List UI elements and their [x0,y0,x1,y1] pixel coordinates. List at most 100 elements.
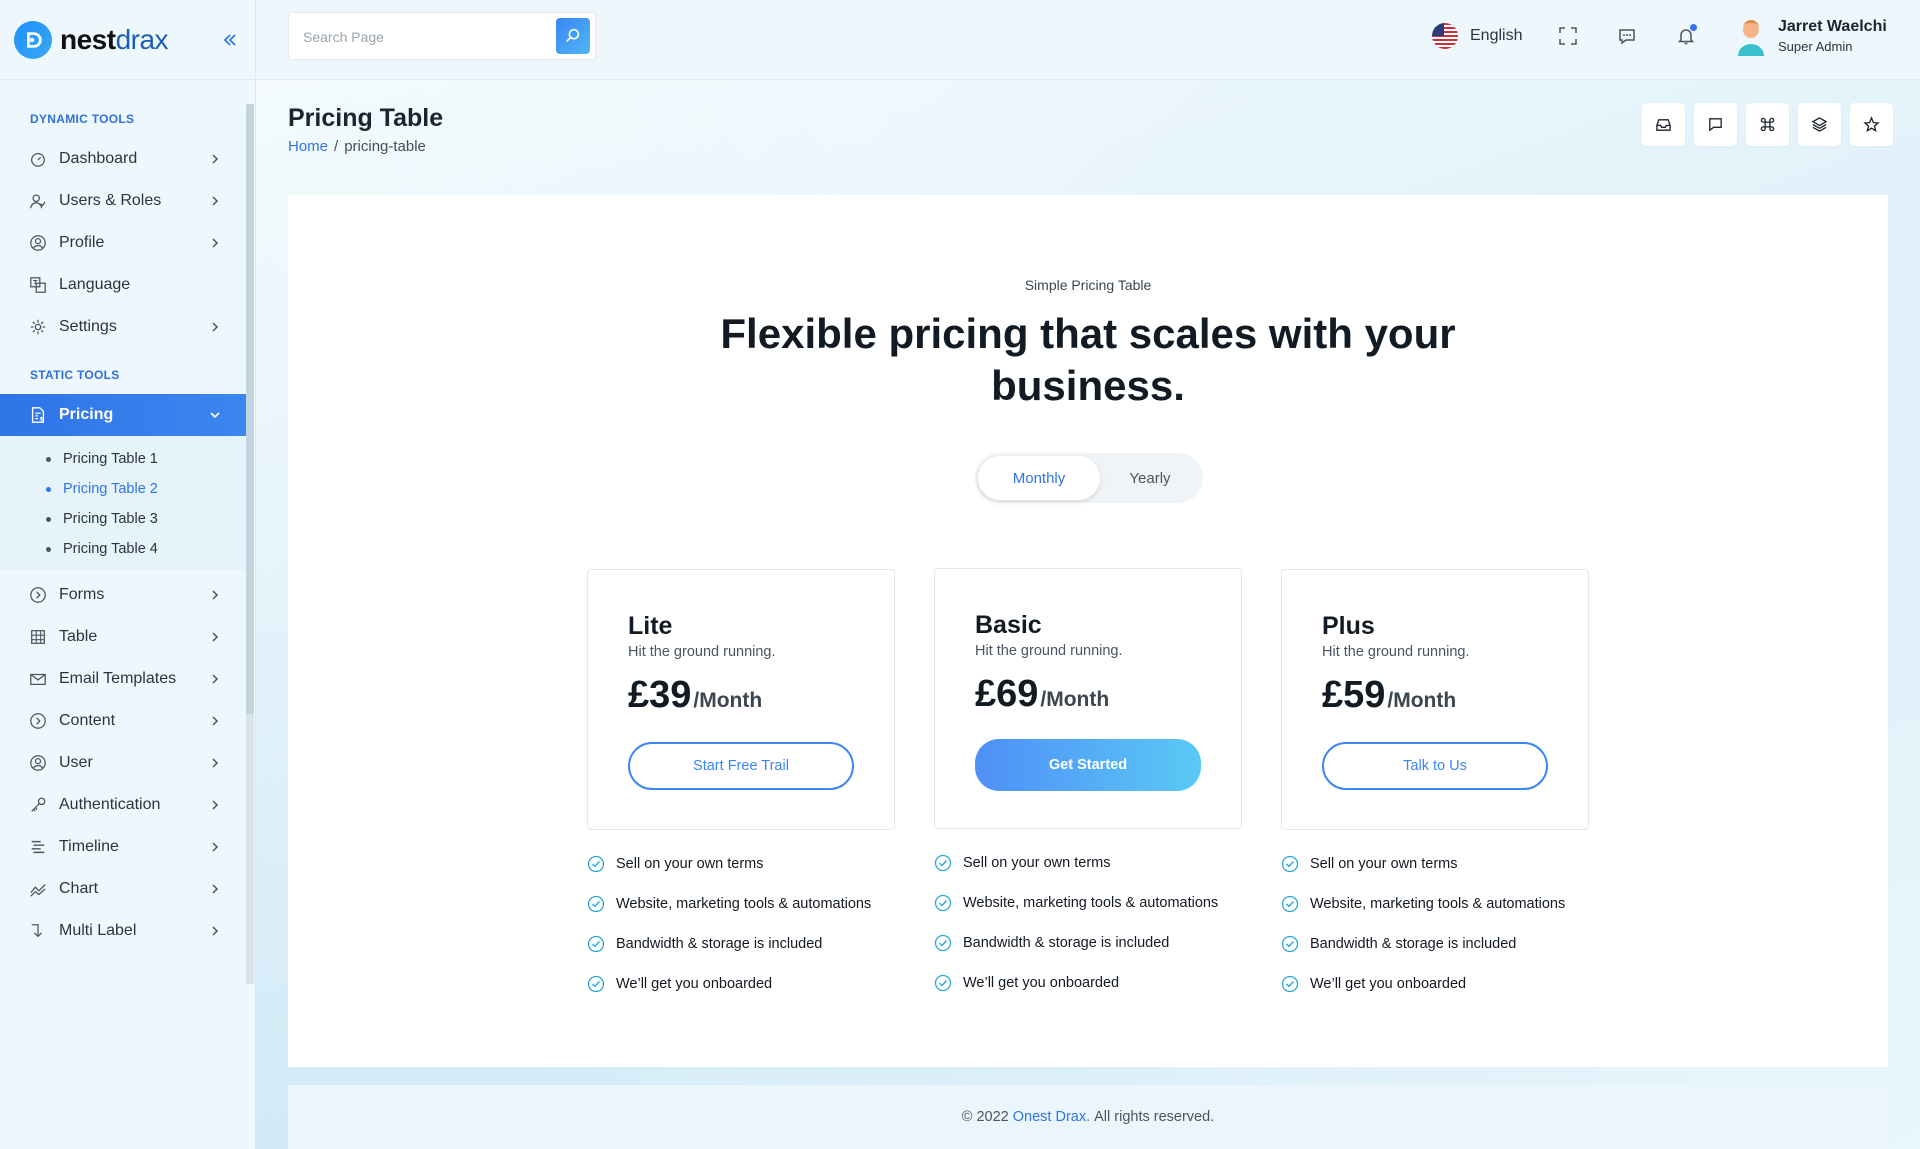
sidebar-item-authentication[interactable]: Authentication [0,784,246,826]
sidebar-item-label: Users & Roles [59,192,162,209]
chevron-right-icon [212,674,219,684]
language-selector[interactable]: English [1432,22,1522,50]
check-circle-icon [934,974,952,992]
layers-icon[interactable] [1798,103,1841,146]
sidebar-item-user[interactable]: User [0,742,246,784]
sidebar-item-content[interactable]: Content [0,700,246,742]
feature-item: Sell on your own terms [587,844,917,884]
circle-arrow-icon [28,711,48,731]
feature-item: Website, marketing tools & automations [934,883,1264,923]
plan-button-get-started[interactable]: Get Started [975,739,1201,791]
sidebar-item-settings[interactable]: Settings [0,306,246,348]
gauge-icon [28,149,48,169]
sidebar-scrollbar[interactable] [246,104,254,984]
chevron-right-icon [212,926,219,936]
submenu-item-pricing-table-1[interactable]: Pricing Table 1 [0,444,246,474]
brand-name: nestdrax [60,24,169,56]
search-input[interactable] [303,25,543,49]
submenu-item-label: Pricing Table 2 [63,481,158,497]
submenu-item-label: Pricing Table 4 [63,541,158,557]
feature-text: Bandwidth & storage is included [1310,936,1517,952]
feature-item: Website, marketing tools & automations [587,884,917,924]
sidebar-item-multi-label[interactable]: Multi Label [0,910,246,952]
sidebar-item-label: Profile [59,234,105,251]
toggle-monthly[interactable]: Monthly [978,456,1100,500]
sidebar-item-label: Authentication [59,796,161,813]
sidebar-item-users-and-roles[interactable]: Users & Roles [0,180,246,222]
notification-bell-icon[interactable] [1674,24,1698,48]
section-dynamic-tools: DYNAMIC TOOLS [30,112,135,126]
check-circle-icon [587,895,605,913]
fullscreen-icon[interactable] [1556,24,1580,48]
plan-price-period: /Month [1387,689,1457,712]
inbox-icon[interactable] [1642,103,1685,146]
sidebar-item-table[interactable]: Table [0,616,246,658]
translate-icon [28,275,48,295]
sidebar-nav: DYNAMIC TOOLS Dashboard Users & Roles Prof… [0,108,246,970]
sidebar-item-label: Language [59,276,131,293]
avatar [1734,16,1768,56]
collapse-sidebar-icon[interactable] [222,30,238,50]
brand[interactable]: nestdrax [0,0,255,80]
search-button[interactable] [556,18,590,54]
sidebar-item-forms[interactable]: Forms [0,574,246,616]
message-icon[interactable] [1694,103,1737,146]
plan-name: Plus [1322,612,1375,640]
static-tools-list: Forms Table Email Templates Content User Auth… [0,574,246,952]
plan-button-talk-to-us[interactable]: Talk to Us [1322,742,1548,790]
check-circle-icon [587,975,605,993]
chevron-right-icon [212,590,219,600]
brand-logo-icon [14,20,52,59]
submenu-item-pricing-table-2[interactable]: Pricing Table 2 [0,474,246,504]
footer-brand-link[interactable]: Onest Drax. [1013,1109,1090,1125]
sidebar-item-pricing[interactable]: $ Pricing [0,394,246,436]
check-circle-icon [1281,975,1299,993]
feature-text: Sell on your own terms [963,855,1111,871]
mail-icon [28,669,48,689]
toggle-yearly[interactable]: Yearly [1097,456,1203,500]
sidebar-item-profile[interactable]: Profile [0,222,246,264]
sidebar-item-dashboard[interactable]: Dashboard [0,138,246,180]
pricing-submenu: Pricing Table 1 Pricing Table 2 Pricing Ta… [0,436,246,570]
circle-arrow-icon [28,585,48,605]
language-label: English [1470,27,1523,44]
plan-button-start-free-trail[interactable]: Start Free Trail [628,742,854,790]
footer-rights: All rights reserved. [1094,1109,1215,1125]
breadcrumb-home-link[interactable]: Home [288,138,328,155]
submenu-item-pricing-table-3[interactable]: Pricing Table 3 [0,504,246,534]
search-box [288,12,596,60]
plan-features-plus: Sell on your own terms Website, marketing… [1281,844,1611,1004]
sidebar-item-timeline[interactable]: Timeline [0,826,246,868]
feature-item: Bandwidth & storage is included [1281,924,1611,964]
check-circle-icon [1281,855,1299,873]
command-icon[interactable] [1746,103,1789,146]
sidebar-item-label: Email Templates [59,670,177,687]
sidebar-item-language[interactable]: Language [0,264,246,306]
gear-icon [28,317,48,337]
plan-name: Basic [975,611,1042,639]
plan-subtitle: Hit the ground running. [1322,644,1470,660]
star-icon[interactable] [1850,103,1893,146]
plan-name: Lite [628,612,673,640]
feature-item: Website, marketing tools & automations [1281,884,1611,924]
plan-card-plus: Plus Hit the ground running. £59/Month Talk… [1281,569,1589,830]
feature-text: Sell on your own terms [616,856,764,872]
plan-card-lite: Lite Hit the ground running. £39/Month Star… [587,569,895,830]
level-icon [28,921,48,941]
user-circle-icon [28,233,48,253]
sidebar-item-chart[interactable]: Chart [0,868,246,910]
sidebar-item-label: Multi Label [59,922,137,939]
user-menu[interactable]: Jarret Waelchi Super Admin [1734,16,1887,56]
submenu-item-pricing-table-4[interactable]: Pricing Table 4 [0,534,246,564]
breadcrumb-separator: / [334,138,339,155]
user-name: Jarret Waelchi [1778,18,1887,35]
users-icon [28,191,48,211]
plan-card-basic: Basic Hit the ground running. £69/Month Get… [934,568,1242,829]
footer-copyright: © 2022 [961,1109,1009,1125]
sidebar-item-email-templates[interactable]: Email Templates [0,658,246,700]
check-circle-icon [934,854,952,872]
chat-icon[interactable] [1615,24,1639,48]
plan-price-amount: £39 [628,674,692,716]
sidebar-fade [0,958,246,970]
chevron-right-icon [212,716,219,726]
